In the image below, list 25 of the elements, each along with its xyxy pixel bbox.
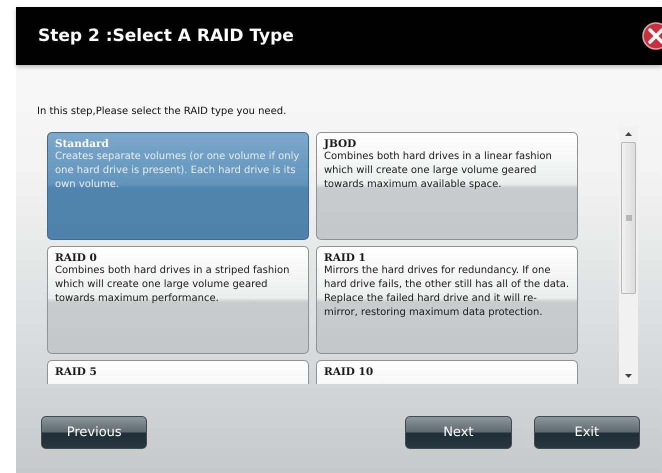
raid-option-description: Mirrors the hard drives for redundancy. If one hard drive fails, the other still has all of the data. Replace the failed hard drive and it will re-mirror, restoring maximum data protection. xyxy=(324,264,570,320)
raid-option-card[interactable]: RAID 0 Combines both hard drives in a striped fashion which will create one large volume geared towards maximum performance. xyxy=(47,246,309,354)
raid-option-name: JBOD xyxy=(324,138,358,150)
raid-option-name: RAID 10 xyxy=(324,366,374,378)
raid-option-card[interactable]: RAID 1 Mirrors the hard drives for redundancy. If one hard drive fails, the other still has all of the data. Replace the failed hard drive and it will re-mirror, restoring maximum data protection. xyxy=(316,246,578,354)
raid-option-name: RAID 0 xyxy=(55,252,98,264)
scroll-down-icon[interactable] xyxy=(625,374,632,378)
raid-option-card[interactable]: JBOD Combines both hard drives in a linear fashion which will create one large volume geared towards maximum available space. xyxy=(316,132,578,240)
raid-option-description: Combines both hard drives in a linear fashion which will create one large volume geared towards maximum available space. xyxy=(324,150,553,192)
raid-option-description: Combines both hard drives in a striped fashion which will create one large volume geared towards maximum performance. xyxy=(55,264,290,306)
next-button[interactable]: Next xyxy=(405,416,512,449)
dialog-title: Step 2 :Select A RAID Type xyxy=(38,26,294,46)
raid-option-name: RAID 5 xyxy=(55,366,98,378)
previous-button[interactable]: Previous xyxy=(41,416,148,449)
raid-option-name: Standard xyxy=(55,138,110,150)
raid-option-description: Creates separate volumes (or one volume if only one hard drive is present). Each hard drive is its own volume. xyxy=(55,150,300,192)
raid-option-card[interactable]: RAID 5 xyxy=(47,360,309,384)
raid-option-name: RAID 1 xyxy=(324,252,367,264)
scrollbar[interactable] xyxy=(619,126,638,384)
close-icon[interactable] xyxy=(642,22,662,50)
instruction-text: In this step,Please select the RAID type you need. xyxy=(37,106,288,119)
raid-option-card[interactable]: RAID 10 xyxy=(316,360,578,384)
scrollbar-thumb[interactable] xyxy=(621,142,636,294)
exit-button[interactable]: Exit xyxy=(534,416,640,449)
scroll-up-icon[interactable] xyxy=(625,132,632,136)
